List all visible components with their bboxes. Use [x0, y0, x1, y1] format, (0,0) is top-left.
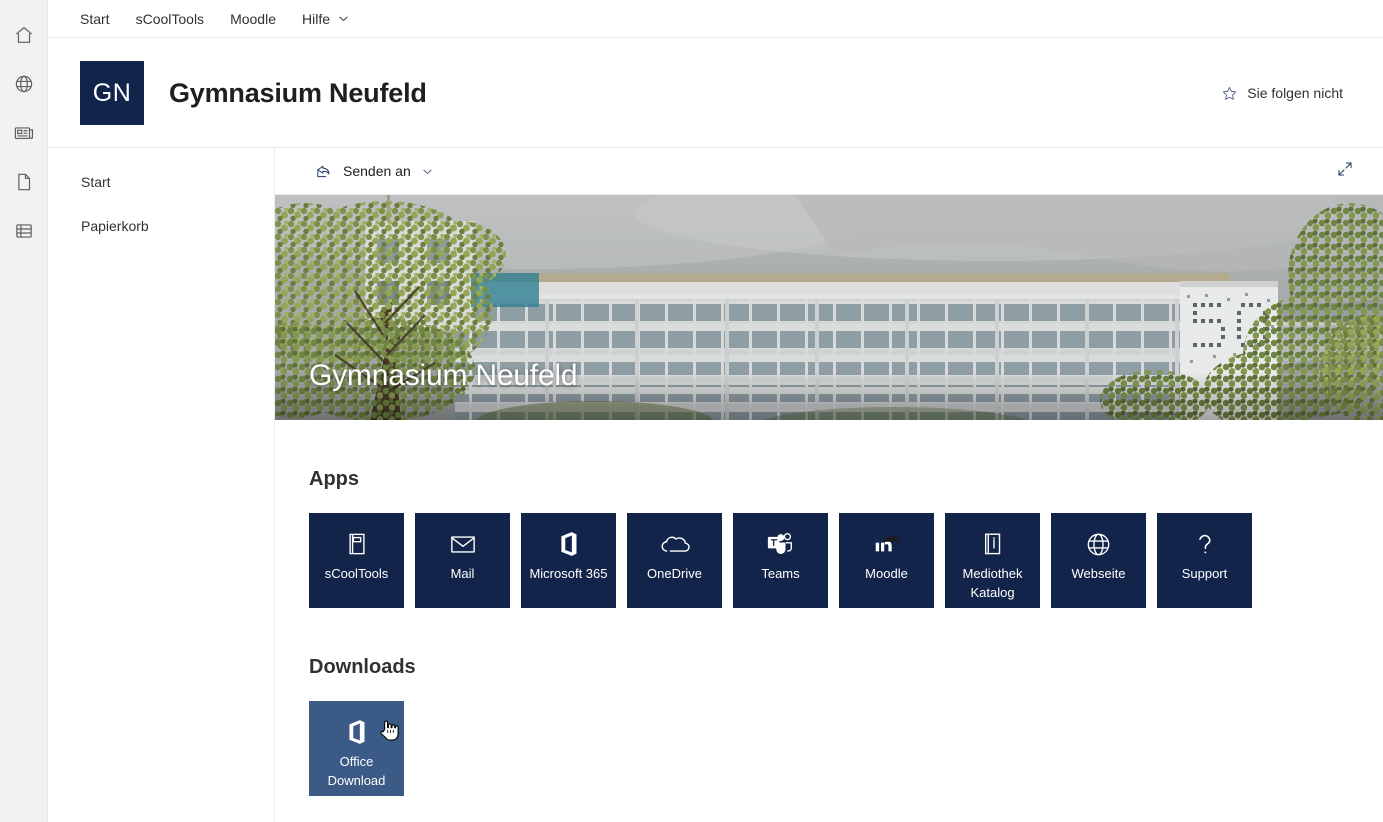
site-navigation: Start Papierkorb: [48, 148, 275, 822]
rail-item-news[interactable]: [0, 108, 48, 157]
share-icon: [315, 163, 332, 180]
envelope-icon: [450, 529, 476, 559]
hero-banner[interactable]: Gymnasium Neufeld: [275, 195, 1383, 420]
topnav-link-moodle[interactable]: Moodle: [230, 12, 276, 26]
globe-icon: [13, 73, 35, 95]
app-tile-moodle[interactable]: Moodle: [839, 513, 934, 608]
suite-top-navigation: Start sCoolTools Moodle Hilfe: [48, 0, 1383, 38]
home-icon: [13, 24, 35, 46]
app-tile-microsoft365[interactable]: Microsoft 365: [521, 513, 616, 608]
info-book-icon: [982, 529, 1003, 559]
send-to-button[interactable]: Senden an: [309, 153, 440, 189]
document-icon: [13, 171, 35, 193]
app-tile-label: OneDrive: [642, 564, 707, 583]
app-tile-label: sCoolTools: [320, 564, 394, 583]
app-tile-teams[interactable]: Teams: [733, 513, 828, 608]
app-tile-label: Webseite: [1067, 564, 1131, 583]
app-tile-label: Mediothek Katalog: [945, 564, 1040, 602]
download-tile-label: Office Download: [309, 752, 404, 790]
book-icon: [346, 529, 368, 559]
cloud-icon: [660, 529, 690, 559]
rail-item-global[interactable]: [0, 59, 48, 108]
site-header: GN Gymnasium Neufeld Sie folgen nicht: [48, 39, 1383, 148]
sidebar-item-papierkorb[interactable]: Papierkorb: [48, 204, 274, 248]
teams-icon: [767, 529, 794, 559]
downloads-tile-grid: Office Download: [309, 701, 1383, 796]
app-tile-mediothek-katalog[interactable]: Mediothek Katalog: [945, 513, 1040, 608]
apps-tile-grid: sCoolTools Mail: [309, 513, 1383, 608]
expand-icon: [1336, 160, 1354, 183]
follow-button-label: Sie folgen nicht: [1247, 85, 1343, 101]
sidebar-item-label: Start: [81, 174, 111, 190]
topnav-label: Hilfe: [302, 12, 330, 26]
app-tile-onedrive[interactable]: OneDrive: [627, 513, 722, 608]
moodle-icon: [872, 529, 902, 559]
app-tile-support[interactable]: Support: [1157, 513, 1252, 608]
office-icon: [558, 529, 579, 559]
topnav-label: Start: [80, 12, 110, 26]
downloads-section: Downloads Office Download: [275, 656, 1383, 796]
page-title: Gymnasium Neufeld: [169, 78, 427, 109]
topnav-label: Moodle: [230, 12, 276, 26]
app-tile-label: Teams: [756, 564, 804, 583]
sidebar-item-label: Papierkorb: [81, 218, 149, 234]
topnav-label: sCoolTools: [136, 12, 204, 26]
send-to-label: Senden an: [343, 163, 411, 179]
globe-icon: [1086, 529, 1111, 559]
app-tile-label: Support: [1177, 564, 1233, 583]
site-logo[interactable]: GN: [80, 61, 144, 125]
question-icon: [1195, 529, 1215, 559]
office-icon: [346, 717, 367, 747]
sidebar-item-start[interactable]: Start: [48, 160, 274, 204]
topnav-link-scooltools[interactable]: sCoolTools: [136, 12, 204, 26]
expand-button[interactable]: [1329, 155, 1361, 187]
hero-title: Gymnasium Neufeld: [309, 359, 577, 393]
topnav-link-start[interactable]: Start: [80, 12, 110, 26]
download-tile-office-download[interactable]: Office Download: [309, 701, 404, 796]
topnav-link-hilfe[interactable]: Hilfe: [302, 12, 350, 26]
app-tile-label: Microsoft 365: [524, 564, 612, 583]
chevron-down-icon: [337, 12, 350, 25]
app-rail: [0, 0, 48, 822]
app-tile-mail[interactable]: Mail: [415, 513, 510, 608]
rail-item-files[interactable]: [0, 157, 48, 206]
command-bar: Senden an: [275, 148, 1383, 195]
sharepoint-site-page: Start sCoolTools Moodle Hilfe GN Gymnasi…: [0, 0, 1383, 822]
follow-button[interactable]: Sie folgen nicht: [1213, 79, 1351, 108]
list-icon: [13, 220, 35, 242]
star-icon: [1221, 85, 1238, 102]
app-tile-scooltools[interactable]: sCoolTools: [309, 513, 404, 608]
app-tile-webseite[interactable]: Webseite: [1051, 513, 1146, 608]
app-tile-label: Mail: [446, 564, 480, 583]
site-logo-initials: GN: [93, 79, 132, 108]
downloads-heading: Downloads: [309, 656, 1383, 679]
app-tile-label: Moodle: [860, 564, 913, 583]
rail-item-home[interactable]: [0, 10, 48, 59]
chevron-down-icon: [421, 165, 434, 178]
page-canvas: Gymnasium Neufeld Apps sCoolTools: [275, 195, 1383, 822]
apps-heading: Apps: [309, 468, 1383, 491]
news-icon: [13, 122, 35, 144]
apps-section: Apps sCoolTools: [275, 468, 1383, 608]
rail-item-lists[interactable]: [0, 206, 48, 255]
